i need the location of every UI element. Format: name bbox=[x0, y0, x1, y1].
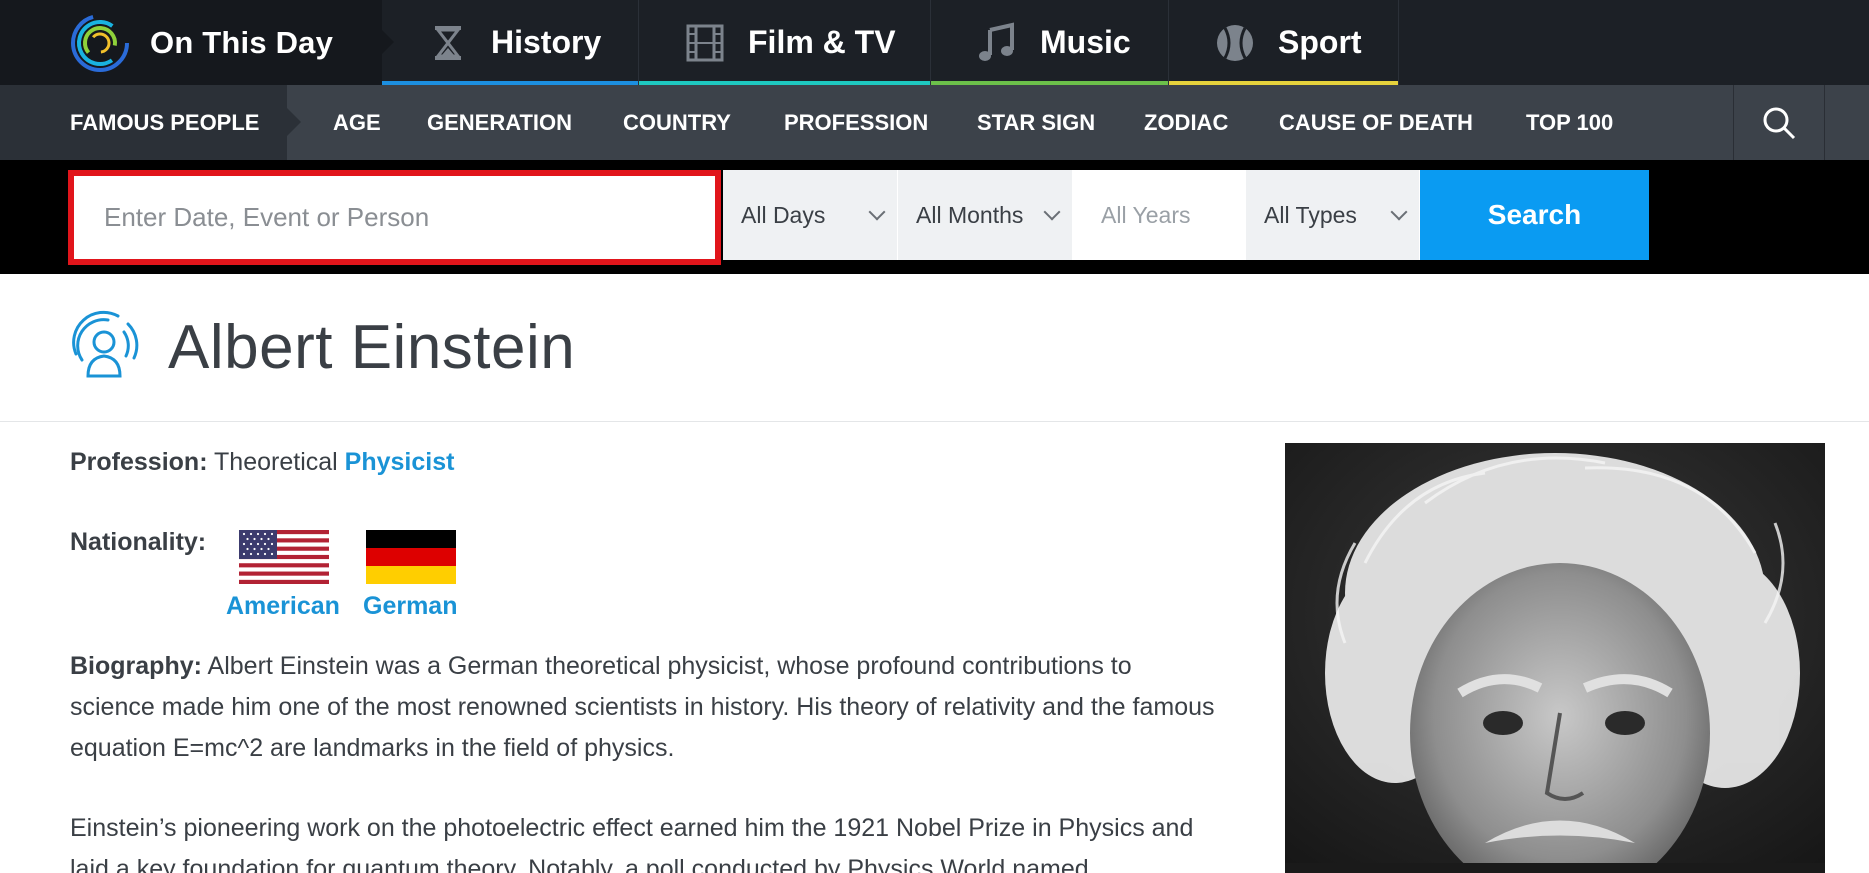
film-strip-icon bbox=[686, 24, 724, 61]
subnav-top-100[interactable]: TOP 100 bbox=[1526, 85, 1613, 160]
subnav-country[interactable]: COUNTRY bbox=[623, 85, 731, 160]
months-select[interactable]: All Months bbox=[898, 170, 1073, 260]
sub-nav: FAMOUS PEOPLE AGE GENERATION COUNTRY PRO… bbox=[0, 85, 1869, 160]
search-icon bbox=[1763, 107, 1796, 139]
subnav-profession[interactable]: PROFESSION bbox=[784, 85, 928, 160]
nationality-german-link[interactable]: German bbox=[363, 592, 457, 621]
nav-sport-label: Sport bbox=[1278, 24, 1362, 60]
logo-arrow bbox=[382, 30, 394, 54]
search-input[interactable] bbox=[68, 170, 721, 265]
profession-row: Profession: Theoretical Physicist bbox=[70, 448, 454, 477]
chevron-down-icon bbox=[1043, 203, 1061, 221]
profession-prefix: Theoretical bbox=[214, 448, 338, 476]
hourglass-icon bbox=[434, 25, 462, 60]
types-select-value: All Types bbox=[1264, 201, 1357, 228]
nav-history[interactable]: History bbox=[382, 0, 639, 85]
types-select[interactable]: All Types bbox=[1246, 170, 1420, 260]
tennis-ball-icon bbox=[1217, 24, 1253, 61]
top-nav: On This Day History Film & TV Music Spor… bbox=[0, 0, 1869, 85]
music-note-icon bbox=[979, 21, 1014, 61]
subnav-cause-of-death[interactable]: CAUSE OF DEATH bbox=[1279, 85, 1473, 160]
title-row: Albert Einstein bbox=[0, 274, 1869, 422]
profession-link[interactable]: Physicist bbox=[345, 448, 455, 476]
chevron-down-icon bbox=[868, 203, 886, 221]
subnav-age[interactable]: AGE bbox=[333, 85, 381, 160]
biography-paragraph-2: Einstein’s pioneering work on the photoe… bbox=[70, 814, 1194, 873]
days-select[interactable]: All Days bbox=[723, 170, 898, 260]
germany-flag-icon[interactable] bbox=[366, 530, 456, 584]
days-select-value: All Days bbox=[741, 201, 826, 228]
biography-paragraph: Biography: Albert Einstein was a German … bbox=[70, 646, 1220, 769]
years-input-placeholder: All Years bbox=[1101, 201, 1191, 228]
subnav-star-sign[interactable]: STAR SIGN bbox=[977, 85, 1095, 160]
page-title: Albert Einstein bbox=[168, 313, 576, 382]
subnav-arrow bbox=[287, 108, 301, 136]
biography-text: Albert Einstein was a German theoretical… bbox=[70, 652, 1215, 762]
nationality-label: Nationality: bbox=[70, 528, 207, 556]
chevron-down-icon bbox=[1390, 203, 1408, 221]
subnav-generation[interactable]: GENERATION bbox=[427, 85, 572, 160]
subnav-famous-people-label: FAMOUS PEOPLE bbox=[70, 109, 260, 135]
site-logo[interactable]: On This Day bbox=[0, 0, 394, 85]
us-flag-icon[interactable] bbox=[239, 530, 329, 584]
profession-label: Profession: bbox=[70, 448, 208, 476]
logo-text: On This Day bbox=[150, 24, 334, 60]
nav-film-tv[interactable]: Film & TV bbox=[639, 0, 931, 85]
years-input[interactable]: All Years bbox=[1073, 170, 1246, 260]
nav-music[interactable]: Music bbox=[931, 0, 1169, 85]
logo-icon bbox=[71, 13, 129, 72]
subnav-zodiac[interactable]: ZODIAC bbox=[1144, 85, 1228, 160]
biography-label: Biography: bbox=[70, 652, 202, 680]
search-bar: All Days All Months All Years All Types … bbox=[0, 160, 1869, 274]
nav-music-label: Music bbox=[1040, 24, 1131, 60]
months-select-value: All Months bbox=[916, 201, 1024, 228]
famous-person-icon bbox=[72, 310, 139, 378]
search-toggle-button[interactable] bbox=[1733, 85, 1825, 160]
search-button[interactable]: Search bbox=[1420, 170, 1649, 260]
subnav-famous-people[interactable]: FAMOUS PEOPLE bbox=[0, 85, 301, 160]
portrait-image bbox=[1285, 443, 1825, 873]
nav-film-tv-label: Film & TV bbox=[748, 24, 896, 60]
nationality-american-link[interactable]: American bbox=[226, 592, 340, 621]
nav-history-label: History bbox=[491, 24, 602, 60]
person-photo bbox=[1285, 443, 1825, 873]
nav-sport[interactable]: Sport bbox=[1169, 0, 1399, 85]
